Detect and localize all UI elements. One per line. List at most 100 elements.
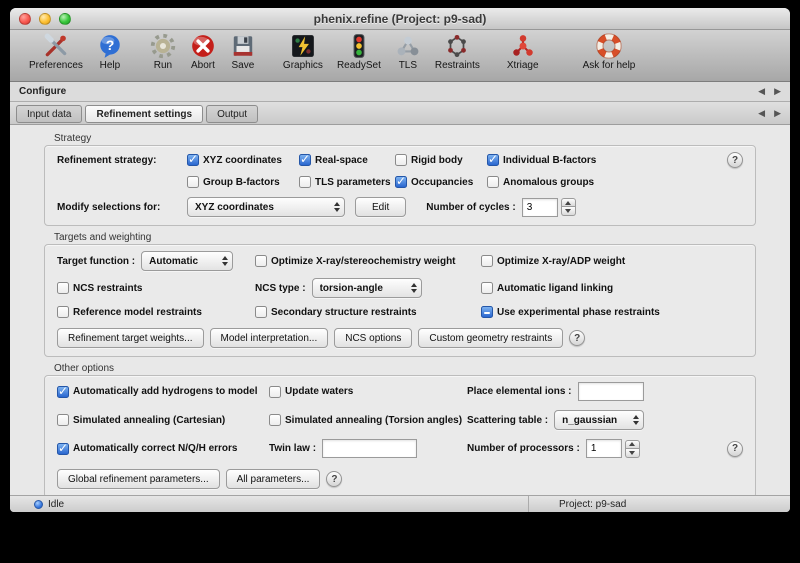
- minimize-button[interactable]: [39, 13, 51, 25]
- modify-selections-popup[interactable]: XYZ coordinates: [187, 197, 345, 217]
- xtriage-molecule-icon: [510, 33, 536, 59]
- checkbox-xyz-coordinates[interactable]: XYZ coordinates: [187, 153, 299, 167]
- zoom-button[interactable]: [59, 13, 71, 25]
- toolbar-button-tls[interactable]: TLS: [388, 33, 428, 71]
- spinner-down-icon[interactable]: [625, 449, 640, 458]
- close-button[interactable]: [19, 13, 31, 25]
- tab-input-data[interactable]: Input data: [16, 105, 82, 123]
- scroll-left-icon[interactable]: ◀: [758, 86, 765, 97]
- checkbox-label: Use experimental phase restraints: [497, 307, 660, 318]
- ncs-type-popup[interactable]: torsion-angle: [312, 278, 422, 298]
- toolbar-button-run[interactable]: Run: [143, 33, 183, 71]
- toolbar-button-preferences[interactable]: Preferences: [22, 33, 90, 71]
- tab-refinement-settings[interactable]: Refinement settings: [85, 105, 203, 123]
- tls-icon: [395, 33, 421, 59]
- number-of-processors-label: Number of processors :: [467, 443, 580, 454]
- strategy-group: Strategy Refinement strategy: XYZ coordi…: [44, 133, 756, 226]
- checkbox-group-b-factors[interactable]: Group B-factors: [187, 175, 299, 189]
- checkbox-box: [269, 386, 281, 398]
- custom-geometry-restraints-button[interactable]: Custom geometry restraints: [418, 328, 563, 348]
- parameters-help-button[interactable]: ?: [326, 471, 342, 487]
- all-parameters-button[interactable]: All parameters...: [226, 469, 321, 489]
- toolbar-button-abort[interactable]: Abort: [183, 33, 223, 71]
- checkbox-update-waters[interactable]: Update waters: [269, 385, 467, 399]
- ncs-options-button[interactable]: NCS options: [334, 328, 412, 348]
- spinner-up-icon[interactable]: [625, 440, 640, 449]
- checkbox-real-space[interactable]: Real-space: [299, 153, 395, 167]
- checkbox-individual-b-factors[interactable]: Individual B-factors: [487, 153, 596, 167]
- place-elemental-ions-field[interactable]: [578, 382, 644, 401]
- spinner-down-icon[interactable]: [561, 207, 576, 216]
- checkbox-label: Anomalous groups: [503, 177, 594, 188]
- toolbar-button-help[interactable]: ? Help: [90, 33, 130, 71]
- checkbox-box: [481, 255, 493, 267]
- toolbar-label: Run: [154, 60, 172, 71]
- restraints-molecule-icon: [444, 33, 470, 59]
- svg-text:?: ?: [106, 37, 115, 53]
- target-function-popup[interactable]: Automatic: [141, 251, 233, 271]
- tab-scroll-left-icon[interactable]: ◀: [758, 108, 765, 119]
- scattering-table-popup[interactable]: n_gaussian: [554, 410, 644, 430]
- toolbar-button-readyset[interactable]: ReadySet: [330, 33, 388, 71]
- checkbox-optimize-xray-adp-weight[interactable]: Optimize X-ray/ADP weight: [481, 254, 743, 268]
- tab-output[interactable]: Output: [206, 105, 258, 123]
- checkbox-tls-parameters[interactable]: TLS parameters: [299, 175, 395, 189]
- modify-selections-label: Modify selections for:: [57, 202, 187, 213]
- phenix-refine-window: phenix.refine (Project: p9-sad) Preferen…: [10, 8, 790, 512]
- checkbox-label: Secondary structure restraints: [271, 307, 417, 318]
- checkbox-simulated-annealing-torsion[interactable]: Simulated annealing (Torsion angles): [269, 413, 467, 427]
- checkbox-label: Rigid body: [411, 155, 463, 166]
- toolbar-button-xtriage[interactable]: Xtriage: [500, 33, 546, 71]
- checkbox-box: [187, 154, 199, 166]
- refinement-target-weights-button[interactable]: Refinement target weights...: [57, 328, 204, 348]
- strategy-help-button[interactable]: ?: [727, 152, 743, 168]
- number-of-cycles-field[interactable]: [522, 198, 558, 217]
- checkbox-optimize-xray-stereochemistry-weight[interactable]: Optimize X-ray/stereochemistry weight: [255, 254, 481, 268]
- model-interpretation-button[interactable]: Model interpretation...: [210, 328, 329, 348]
- checkbox-box: [57, 386, 69, 398]
- popup-arrows-icon: [411, 283, 417, 293]
- checkbox-automatic-ligand-linking[interactable]: Automatic ligand linking: [481, 281, 743, 295]
- twin-law-field[interactable]: [322, 439, 417, 458]
- other-options-group-title: Other options: [44, 363, 756, 374]
- checkbox-box: [57, 414, 69, 426]
- titlebar[interactable]: phenix.refine (Project: p9-sad): [10, 8, 790, 30]
- checkbox-rigid-body[interactable]: Rigid body: [395, 153, 487, 167]
- checkbox-box: [299, 154, 311, 166]
- checkbox-use-experimental-phase-restraints[interactable]: Use experimental phase restraints: [481, 305, 743, 319]
- checkbox-box: [481, 282, 493, 294]
- checkbox-label: Optimize X-ray/stereochemistry weight: [271, 256, 456, 267]
- number-of-cycles-label: Number of cycles :: [426, 202, 515, 213]
- checkbox-add-hydrogens[interactable]: Automatically add hydrogens to model: [57, 385, 269, 399]
- ncs-type-label: NCS type :: [255, 283, 306, 294]
- checkbox-secondary-structure-restraints[interactable]: Secondary structure restraints: [255, 305, 481, 319]
- toolbar-button-save[interactable]: Save: [223, 33, 263, 71]
- checkbox-simulated-annealing-cartesian[interactable]: Simulated annealing (Cartesian): [57, 413, 269, 427]
- abort-icon: [190, 33, 216, 59]
- targets-help-button[interactable]: ?: [569, 330, 585, 346]
- checkbox-label: Individual B-factors: [503, 155, 596, 166]
- checkbox-anomalous-groups[interactable]: Anomalous groups: [487, 175, 596, 189]
- checkbox-label: Update waters: [285, 386, 353, 397]
- toolbar-button-restraints[interactable]: Restraints: [428, 33, 487, 71]
- scroll-right-icon[interactable]: ▶: [774, 86, 781, 97]
- toolbar: Preferences ? Help Run: [10, 30, 790, 82]
- number-of-processors-field[interactable]: [586, 439, 622, 458]
- processors-help-button[interactable]: ?: [727, 441, 743, 457]
- global-refinement-parameters-button[interactable]: Global refinement parameters...: [57, 469, 220, 489]
- checkbox-correct-nqh[interactable]: Automatically correct N/Q/H errors: [57, 442, 269, 456]
- checkbox-ncs-restraints[interactable]: NCS restraints: [57, 281, 255, 295]
- run-gear-icon: [150, 33, 176, 59]
- refinement-strategy-label: Refinement strategy:: [57, 155, 187, 166]
- edit-button[interactable]: Edit: [355, 197, 406, 217]
- targets-group: Targets and weighting Target function : …: [44, 232, 756, 357]
- toolbar-button-graphics[interactable]: Graphics: [276, 33, 330, 71]
- toolbar-button-ask-for-help[interactable]: Ask for help: [576, 33, 643, 71]
- tab-label: Output: [217, 109, 247, 120]
- checkbox-reference-model-restraints[interactable]: Reference model restraints: [57, 305, 255, 319]
- spinner-up-icon[interactable]: [561, 198, 576, 207]
- checkbox-occupancies[interactable]: Occupancies: [395, 175, 487, 189]
- status-led-icon: [34, 500, 43, 509]
- checkbox-box: [487, 176, 499, 188]
- tab-scroll-right-icon[interactable]: ▶: [774, 108, 781, 119]
